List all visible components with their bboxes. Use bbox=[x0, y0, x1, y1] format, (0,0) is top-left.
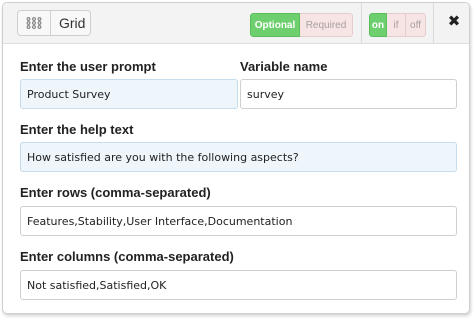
grid-type-button[interactable]: Grid bbox=[17, 10, 91, 36]
header-divider bbox=[361, 3, 362, 43]
state-on-option[interactable]: on bbox=[369, 13, 387, 37]
variable-name-label: Variable name bbox=[240, 59, 328, 74]
grid-icon bbox=[18, 11, 51, 35]
state-off-option[interactable]: off bbox=[406, 13, 426, 37]
required-option[interactable]: Required bbox=[300, 13, 353, 37]
close-icon[interactable]: ✖ bbox=[445, 12, 463, 32]
help-text-label: Enter the help text bbox=[20, 122, 134, 137]
columns-input[interactable]: Not satisfied,Satisfied,OK bbox=[20, 270, 457, 300]
panel-header: Grid Optional Required on if off ✖ bbox=[3, 3, 469, 44]
columns-label: Enter columns (comma-separated) bbox=[20, 249, 234, 264]
rows-input[interactable]: Features,Stability,User Interface,Docume… bbox=[20, 206, 457, 236]
requirement-toggle: Optional Required bbox=[250, 13, 353, 37]
grid-question-panel: Grid Optional Required on if off ✖ Enter… bbox=[2, 2, 470, 314]
state-toggle: on if off bbox=[369, 13, 426, 37]
header-divider bbox=[433, 3, 434, 43]
variable-name-input[interactable]: survey bbox=[240, 79, 457, 109]
prompt-label: Enter the user prompt bbox=[20, 59, 156, 74]
prompt-input[interactable]: Product Survey bbox=[20, 79, 238, 109]
rows-label: Enter rows (comma-separated) bbox=[20, 185, 211, 200]
help-text-input[interactable]: How satisfied are you with the following… bbox=[20, 142, 457, 172]
state-if-option[interactable]: if bbox=[387, 13, 406, 37]
optional-option[interactable]: Optional bbox=[250, 13, 300, 37]
grid-type-label: Grid bbox=[59, 15, 86, 31]
